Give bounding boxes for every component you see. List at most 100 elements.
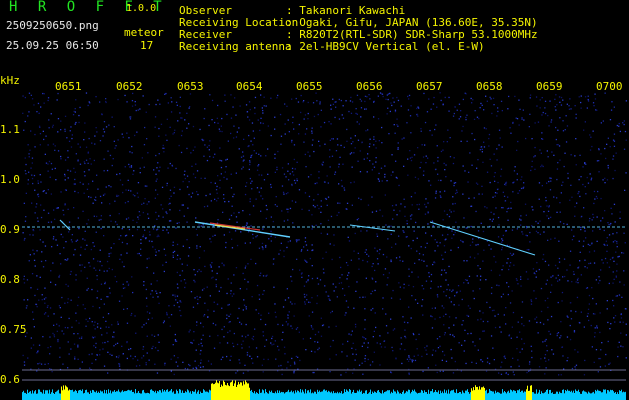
noise-dot [45,135,47,137]
noise-dot [142,211,144,214]
noise-dot [211,270,213,272]
level-bar-segment [91,392,92,400]
noise-dot [110,220,112,222]
noise-dot [348,285,350,288]
noise-dot [157,296,159,298]
noise-dot [175,167,177,170]
level-bar-segment [509,392,510,400]
noise-dot [273,286,275,288]
noise-dot [39,229,41,231]
noise-dot [373,351,375,353]
noise-dot [625,139,627,141]
noise-dot [196,170,199,172]
noise-dot [423,260,425,262]
noise-dot [134,355,136,358]
noise-dot [270,342,272,344]
noise-dot [52,332,54,335]
level-bar-segment [112,391,113,400]
noise-dot [411,214,413,216]
noise-dot [549,100,551,102]
level-bar-segment [65,385,66,400]
noise-dot [95,196,97,198]
noise-dot [505,323,507,325]
noise-dot [519,331,521,333]
noise-dot [463,217,465,219]
noise-dot [485,279,487,281]
noise-dot [616,246,618,248]
noise-dot [111,116,113,118]
noise-dot [156,167,158,169]
level-bar-segment [542,393,543,400]
noise-dot [489,158,491,160]
noise-dot [530,345,532,347]
noise-dot [153,272,155,274]
noise-dot [235,372,237,374]
noise-dot [356,281,358,283]
level-bar-segment [252,392,253,400]
noise-dot [414,359,417,362]
noise-dot [501,146,503,148]
noise-dot [432,349,434,351]
noise-dot [31,157,34,159]
noise-dot [591,287,593,289]
level-bar-segment [127,390,128,400]
noise-dot [192,306,195,308]
noise-dot [179,112,181,114]
noise-dot [382,274,385,276]
level-bar-segment [105,393,106,400]
noise-dot [227,278,229,280]
level-bar-segment [511,390,512,400]
noise-dot [547,239,549,241]
noise-dot [59,356,61,358]
noise-dot [353,152,355,154]
noise-dot [103,131,106,133]
noise-dot [132,358,134,360]
noise-dot [39,362,41,364]
noise-dot [176,301,179,304]
noise-dot [178,144,180,147]
noise-dot [219,179,221,181]
noise-dot [92,337,94,339]
noise-dot [338,163,340,165]
noise-dot [84,122,86,124]
level-bar-segment [23,390,24,400]
noise-dot [511,326,513,328]
noise-dot [543,231,545,233]
noise-dot [242,166,244,168]
noise-dot [606,308,608,310]
noise-dot [561,184,563,186]
noise-dot [154,126,156,128]
noise-dot [287,241,289,243]
noise-dot [44,287,46,289]
noise-dot [270,183,272,186]
noise-dot [456,191,458,193]
level-bar-segment [347,390,348,400]
noise-dot [467,282,469,284]
noise-dot [575,113,577,115]
noise-dot [493,359,495,361]
noise-dot [70,299,72,301]
level-bar-segment [122,390,123,400]
noise-dot [506,282,508,284]
noise-dot [519,218,521,220]
noise-dot [441,254,443,256]
noise-dot [408,98,410,100]
noise-dot [361,141,363,144]
noise-dot [418,253,421,255]
level-bar-segment [529,390,530,400]
level-bar-segment [220,387,221,400]
noise-dot [158,215,160,217]
noise-dot [440,196,442,198]
noise-dot [435,350,437,352]
level-bar-segment [264,393,265,400]
level-bar-segment [179,389,180,400]
noise-dot [463,260,465,262]
level-bar-segment [250,390,251,400]
noise-dot [258,153,260,155]
noise-dot [595,303,597,305]
noise-dot [528,126,530,128]
noise-dot [575,281,577,283]
noise-dot [277,94,279,97]
level-bar-segment [312,392,313,400]
noise-dot [374,312,376,314]
